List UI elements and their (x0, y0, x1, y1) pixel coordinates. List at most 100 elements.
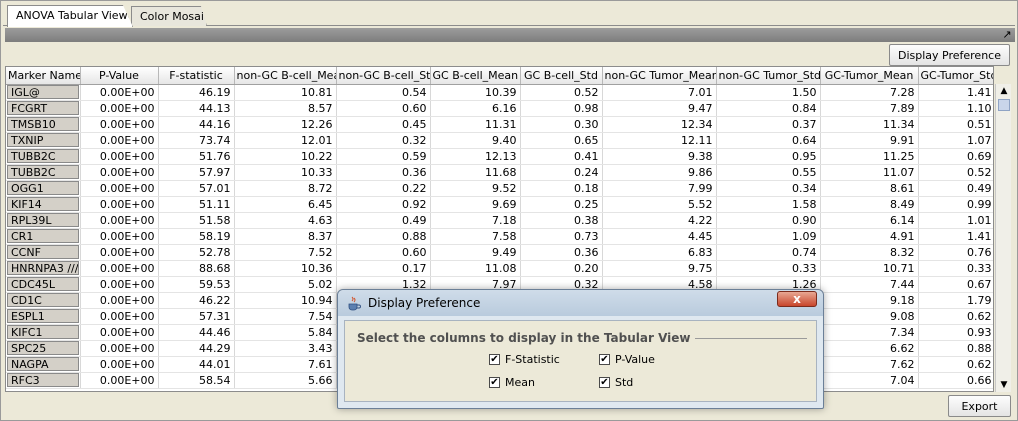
table-cell: 9.52 (430, 180, 521, 197)
p-value-checkbox[interactable]: ✔ P-Value (599, 353, 655, 366)
table-cell: 8.37 (234, 228, 337, 245)
marker-name[interactable]: NAGPA (7, 357, 79, 371)
check-icon[interactable]: ✔ (599, 377, 610, 388)
close-icon[interactable]: x (777, 291, 817, 307)
table-cell: 1.41 (918, 228, 993, 245)
column-header[interactable]: GC-Tumor_Mean (820, 67, 919, 85)
dialog-title-bar[interactable]: Display Preference x (338, 290, 823, 316)
table-cell: 12.11 (602, 132, 717, 149)
table-cell: 46.22 (158, 292, 235, 309)
table-cell: 0.32 (336, 132, 431, 149)
table-cell: 10.81 (234, 84, 337, 101)
marker-name[interactable]: HNRNPA3 ///... (7, 261, 79, 275)
dialog-title: Display Preference (368, 296, 481, 310)
marker-name[interactable]: FCGRT (7, 101, 79, 115)
marker-name-cell: IGL@ (6, 84, 81, 101)
table-cell: 5.84 (234, 324, 337, 341)
table-cell: 7.52 (234, 244, 337, 261)
marker-name-cell: FCGRT (6, 100, 81, 117)
marker-name[interactable]: OGG1 (7, 181, 79, 195)
marker-name[interactable]: KIFC1 (7, 325, 79, 339)
table-row[interactable]: FCGRT 0.00E+00 44.13 8.57 0.60 6.16 0.98 9.47 0.… (6, 100, 993, 117)
column-header[interactable]: P-Value (80, 67, 159, 85)
table-cell: 9.38 (602, 148, 717, 165)
column-header[interactable]: GC B-cell_Mean (430, 67, 521, 85)
table-row[interactable]: CCNF 0.00E+00 52.78 7.52 0.60 9.49 0.36 6.83 0.7… (6, 244, 993, 261)
column-header[interactable]: GC-Tumor_Std (918, 67, 993, 85)
tab-color-mosaic[interactable]: Color Mosaic (131, 6, 207, 26)
check-icon[interactable]: ✔ (489, 377, 500, 388)
vertical-scrollbar[interactable]: ▲ ▼ (995, 84, 1011, 392)
table-row[interactable]: TXNIP 0.00E+00 73.74 12.01 0.32 9.40 0.65 12.11… (6, 132, 993, 149)
marker-name-cell: ESPL1 (6, 308, 81, 325)
table-row[interactable]: OGG1 0.00E+00 57.01 8.72 0.22 9.52 0.18 7.99 0.3… (6, 180, 993, 197)
table-cell: 9.08 (820, 308, 919, 325)
marker-name[interactable]: ESPL1 (7, 309, 79, 323)
marker-name[interactable]: CR1 (7, 229, 79, 243)
marker-name[interactable]: CDC45L (7, 277, 79, 291)
table-cell: 0.22 (336, 180, 431, 197)
marker-name[interactable]: CD1C (7, 293, 79, 307)
table-cell: 8.32 (820, 244, 919, 261)
table-cell: 0.54 (336, 84, 431, 101)
marker-name-cell: TMSB10 (6, 116, 81, 133)
table-cell: 57.97 (158, 164, 235, 181)
table-row[interactable]: KIF14 0.00E+00 51.11 6.45 0.92 9.69 0.25 5.52 1.… (6, 196, 993, 213)
table-cell: 7.89 (820, 100, 919, 117)
tab-anova-tabular-viewer[interactable]: ANOVA Tabular Viewer (7, 5, 133, 27)
table-row[interactable]: RPL39L 0.00E+00 51.58 4.63 0.49 7.18 0.38 4.22 0… (6, 212, 993, 229)
display-preference-button[interactable]: Display Preference (889, 44, 1010, 66)
maximize-arrow-icon[interactable]: ↗ (1001, 29, 1013, 41)
check-icon[interactable]: ✔ (489, 354, 500, 365)
table-cell: 0.52 (520, 84, 603, 101)
table-cell: 44.29 (158, 340, 235, 357)
column-header[interactable]: GC B-cell_Std (520, 67, 603, 85)
marker-name[interactable]: TUBB2C (7, 165, 79, 179)
marker-name[interactable]: SPC25 (7, 341, 79, 355)
mean-checkbox[interactable]: ✔ Mean (489, 376, 535, 389)
table-cell: 7.61 (234, 356, 337, 373)
table-row[interactable]: TUBB2C 0.00E+00 51.76 10.22 0.59 12.13 0.41 9.3… (6, 148, 993, 165)
column-header[interactable]: non-GC Tumor_Std (716, 67, 821, 85)
table-cell: 0.93 (918, 324, 993, 341)
marker-name[interactable]: RFC3 (7, 373, 79, 387)
table-cell: 9.47 (602, 100, 717, 117)
table-header-row: Marker Name P-Value F-statistic non-GC B-ce… (6, 67, 993, 85)
table-cell: 0.62 (918, 356, 993, 373)
column-header[interactable]: F-statistic (158, 67, 235, 85)
table-row[interactable]: IGL@ 0.00E+00 46.19 10.81 0.54 10.39 0.52 7.01 1… (6, 84, 993, 101)
table-row[interactable]: TUBB2C 0.00E+00 57.97 10.33 0.36 11.68 0.24 9.8… (6, 164, 993, 181)
std-checkbox[interactable]: ✔ Std (599, 376, 633, 389)
table-cell: 52.78 (158, 244, 235, 261)
table-row[interactable]: CR1 0.00E+00 58.19 8.37 0.88 7.58 0.73 4.45 1.09… (6, 228, 993, 245)
check-icon[interactable]: ✔ (599, 354, 610, 365)
table-cell: 0.73 (520, 228, 603, 245)
marker-name-cell: RFC3 (6, 372, 81, 389)
marker-name[interactable]: IGL@ (7, 85, 79, 99)
table-cell: 1.50 (716, 84, 821, 101)
table-cell: 10.36 (234, 260, 337, 277)
marker-name[interactable]: KIF14 (7, 197, 79, 211)
arrow-down-icon[interactable]: ▼ (996, 378, 1012, 392)
marker-name[interactable]: RPL39L (7, 213, 79, 227)
marker-name[interactable]: CCNF (7, 245, 79, 259)
column-header[interactable]: Marker Name (6, 67, 81, 85)
table-cell: 6.14 (820, 212, 919, 229)
column-header[interactable]: non-GC B-cell_Std (336, 67, 431, 85)
marker-name[interactable]: TXNIP (7, 133, 79, 147)
marker-name[interactable]: TUBB2C (7, 149, 79, 163)
column-header[interactable]: non-GC B-cell_Mean (234, 67, 337, 85)
table-cell: 0.36 (336, 164, 431, 181)
table-cell: 4.22 (602, 212, 717, 229)
table-row[interactable]: HNRNPA3 ///...0.00E+0088.6810.360.1711.0… (6, 260, 993, 277)
scroll-thumb[interactable] (998, 99, 1010, 111)
table-cell: 44.46 (158, 324, 235, 341)
table-cell: 0.24 (520, 164, 603, 181)
column-header[interactable]: non-GC Tumor_Mean (602, 67, 717, 85)
marker-name[interactable]: TMSB10 (7, 117, 79, 131)
table-cell: 0.00E+00 (80, 372, 159, 389)
arrow-up-icon[interactable]: ▲ (996, 84, 1012, 98)
table-row[interactable]: TMSB10 0.00E+00 44.16 12.26 0.45 11.31 0.30 12.… (6, 116, 993, 133)
f-statistic-checkbox[interactable]: ✔ F-Statistic (489, 353, 560, 366)
export-button[interactable]: Export (948, 395, 1011, 417)
